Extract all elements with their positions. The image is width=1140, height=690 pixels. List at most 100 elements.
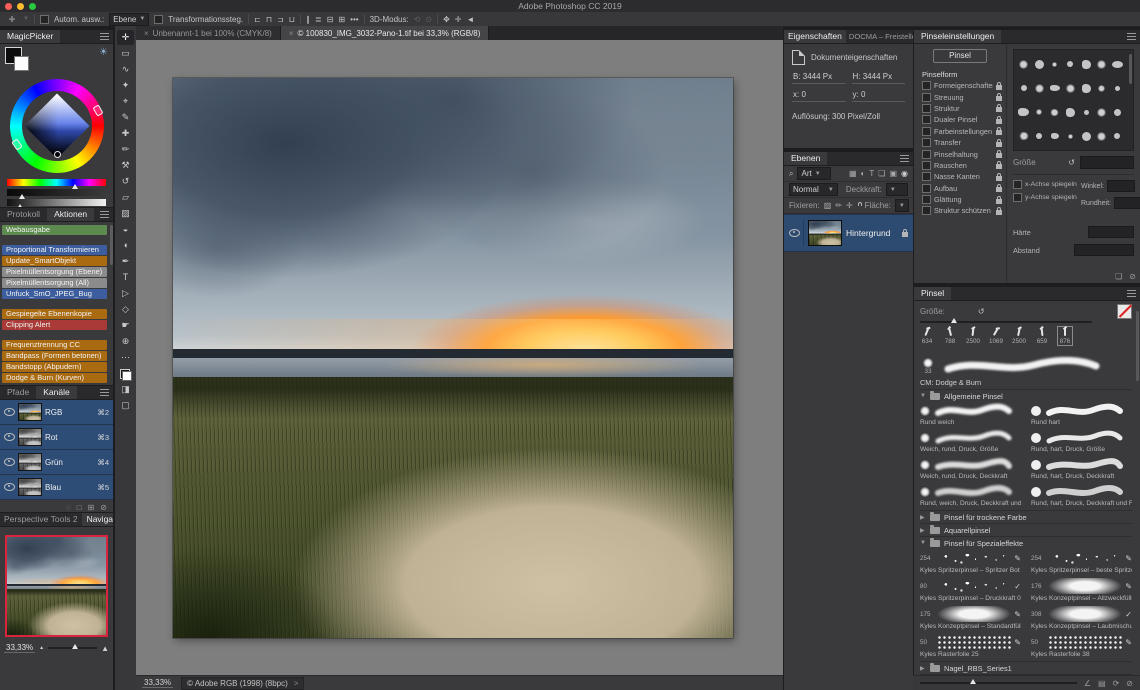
lock-icon[interactable] <box>996 210 1002 215</box>
channel-row-gruen[interactable]: Grün ⌘4 <box>0 450 113 475</box>
chevron-right-icon[interactable]: ▶ <box>920 514 926 521</box>
lock-icon[interactable] <box>996 130 1002 135</box>
new-brush-icon[interactable]: ❏ <box>1115 272 1122 281</box>
type-tool[interactable]: T <box>117 270 134 285</box>
distribute-vertical-icon[interactable]: ∥ <box>306 15 310 24</box>
distribute-horizontal-icon[interactable]: ≣ <box>315 15 322 24</box>
brush-group-trockene-farbe[interactable]: ▶ Pinsel für trockene Farbe <box>920 510 1132 523</box>
lock-icon[interactable] <box>996 153 1002 158</box>
brush-item[interactable]: Weich, rund, Druck, Größe <box>920 429 1021 456</box>
delete-channel-icon[interactable]: ⊘ <box>100 503 107 512</box>
brush-option-row[interactable]: Formeigenschaften <box>914 80 1006 91</box>
roundness-field[interactable] <box>1114 197 1140 209</box>
hue-slider[interactable] <box>7 179 106 186</box>
channel-row-rgb[interactable]: RGB ⌘2 <box>0 400 113 425</box>
brush-option-row[interactable]: Struktur <box>914 103 1006 114</box>
recent-brush[interactable]: 788 <box>943 327 957 345</box>
lock-icon[interactable] <box>996 96 1002 101</box>
shape-tool[interactable]: ◇ <box>117 302 134 317</box>
visibility-eye-icon[interactable] <box>4 408 15 416</box>
lock-icon[interactable] <box>996 199 1002 204</box>
pen-tool[interactable]: ✒ <box>117 254 134 269</box>
eraser-tool[interactable]: ▱ <box>117 190 134 205</box>
quick-mask-icon[interactable]: ◨ <box>117 382 134 397</box>
action-item[interactable]: Pixelmüllentsorgung (Ebene) <box>2 267 107 277</box>
color-profile-status[interactable]: © Adobe RGB (1998) (8bpc) > <box>181 677 304 690</box>
clone-stamp-tool[interactable]: ⚒ <box>117 158 134 173</box>
chevron-right-icon[interactable]: ▶ <box>920 665 926 672</box>
new-group-folder-icon[interactable]: ▤ <box>1098 679 1106 688</box>
tab-perspective-tools[interactable]: Perspective Tools 2 <box>0 513 82 526</box>
tab-pinsel[interactable]: Pinsel <box>914 287 951 300</box>
scrollbar[interactable] <box>110 225 113 265</box>
slide3d-icon[interactable]: ✛ <box>455 15 462 24</box>
brush-option-row[interactable]: Aufbau <box>914 183 1006 194</box>
lock-position-icon[interactable]: ✛ <box>846 201 853 210</box>
tab-kanaele[interactable]: Kanäle <box>36 386 76 399</box>
chevron-down-icon[interactable]: ▼ <box>920 540 926 546</box>
document-tab-active[interactable]: × © 100830_IMG_3032-Pano-1.tif bei 33,3%… <box>281 26 490 40</box>
flip-y-option[interactable]: y-Achse spiegeln <box>1013 193 1075 202</box>
refresh-icon[interactable]: ⟳ <box>1113 679 1120 688</box>
brightness-slider[interactable] <box>7 199 106 206</box>
tab-aktionen[interactable]: Aktionen <box>47 208 94 221</box>
zoom-out-mountain-icon[interactable]: ▲ <box>39 645 44 651</box>
blur-tool[interactable]: ◒ <box>117 222 134 237</box>
dodge-tool[interactable]: ◖ <box>117 238 134 253</box>
load-selection-icon[interactable]: ◌ <box>66 503 71 512</box>
layer-row-hintergrund[interactable]: Hintergrund <box>784 214 913 252</box>
canvas-background[interactable] <box>136 40 783 676</box>
blend-mode-dropdown[interactable]: Normal▼ <box>789 183 838 196</box>
brush-item[interactable]: 254✎Kyles Spritzerpinsel – Spritzer Bot … <box>920 549 1021 577</box>
action-item[interactable]: Clipping Alert <box>2 320 107 330</box>
distribute-spacing-icon[interactable]: ⊟ <box>327 15 334 24</box>
delete-icon[interactable]: ⊘ <box>1126 679 1133 688</box>
lock-icon[interactable] <box>996 176 1002 181</box>
reset-size-icon[interactable]: ↺ <box>978 307 985 316</box>
hardness-field[interactable] <box>1088 226 1134 238</box>
recent-brush[interactable]: 634 <box>920 327 934 345</box>
action-item[interactable]: Gespiegelte Ebenenkopie <box>2 309 107 319</box>
brush-option-row[interactable]: Pinselhaltung <box>914 148 1006 159</box>
lock-icon[interactable] <box>996 142 1002 147</box>
zoom-percent-field[interactable]: 33,33% <box>142 678 173 688</box>
filter-shape-icon[interactable]: ❏ <box>878 169 885 178</box>
tool-preset-chevron-icon[interactable]: ▼ <box>23 16 29 22</box>
lock-icon[interactable] <box>996 107 1002 112</box>
more-options-icon[interactable]: ••• <box>350 15 358 24</box>
current-brush-item[interactable]: 33 <box>920 355 1132 377</box>
document-tab-inactive[interactable]: × Unbenannt-1 bei 100% (CMYK/8) <box>136 26 281 40</box>
brush-group-aquarell[interactable]: ▶ Aquarellpinsel <box>920 523 1132 536</box>
brushes-button[interactable]: Pinsel <box>933 49 987 63</box>
brush-item[interactable]: 80✓Kyles Spritzerpinsel – Druckkraft 02 <box>920 577 1021 605</box>
brush-item[interactable]: Weich, rund, Druck, Deckkraft <box>920 456 1021 483</box>
visibility-eye-icon[interactable] <box>4 483 15 491</box>
brush-tool[interactable]: ✏ <box>117 142 134 157</box>
brush-option-row[interactable]: Streuung <box>914 91 1006 102</box>
foreground-background-swatches[interactable] <box>120 369 132 381</box>
brush-item[interactable]: 308✓Kyles Konzeptpinsel – Laubmischung 2 <box>1031 605 1132 633</box>
save-selection-icon[interactable]: □ <box>77 503 82 512</box>
brush-option-row[interactable]: Glättung <box>914 194 1006 205</box>
auto-select-checkbox[interactable] <box>40 15 49 24</box>
auto-select-dropdown[interactable]: Ebene▼ <box>109 13 149 26</box>
close-tab-icon[interactable]: × <box>144 29 149 38</box>
brush-tip-grid[interactable] <box>1013 49 1134 151</box>
filter-pixel-icon[interactable]: ▦ <box>849 169 857 178</box>
action-item[interactable]: Webausgabe <box>2 225 107 235</box>
lasso-tool[interactable]: ∿ <box>117 62 134 77</box>
chevron-right-icon[interactable]: ▶ <box>920 527 926 534</box>
filter-toggle-icon[interactable]: ◉ <box>901 169 908 178</box>
action-item[interactable]: Update_SmartObjekt <box>2 256 107 266</box>
brush-item[interactable]: 175✎Kyles Konzeptpinsel – Standardfüllun… <box>920 605 1021 633</box>
align-options-icon[interactable]: ⊞ <box>338 15 345 24</box>
action-item[interactable]: Proportional Transformieren <box>2 245 107 255</box>
angle-icon[interactable]: ∠ <box>1084 679 1091 688</box>
navigator-zoom-field[interactable]: 33,33% <box>4 643 35 653</box>
brush-option-row[interactable]: Transfer <box>914 137 1006 148</box>
brush-item[interactable]: Rund, weich, Druck, Deckkraft und Fluss <box>920 483 1021 510</box>
magicpicker-tab[interactable]: MagicPicker <box>0 30 60 43</box>
brush-option-row[interactable]: Dualer Pinsel <box>914 114 1006 125</box>
recent-brush-selected[interactable]: 876 <box>1058 327 1072 345</box>
action-item[interactable]: Pixelmüllentsorgung (All) <box>2 278 107 288</box>
